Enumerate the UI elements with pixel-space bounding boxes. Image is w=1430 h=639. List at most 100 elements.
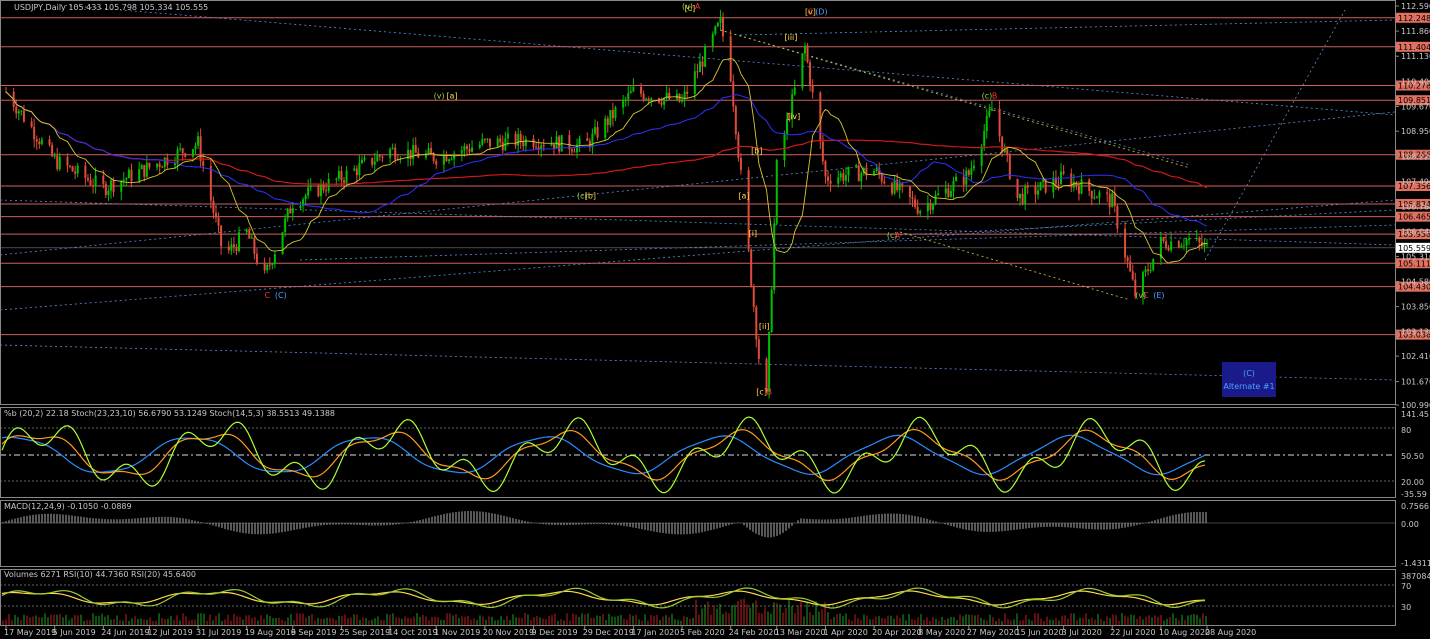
candle-body [668, 92, 671, 100]
candle-body [56, 155, 59, 170]
x-tick-label: 20 Nov 2019 [483, 628, 534, 637]
candle-body [179, 148, 182, 150]
macd-scale-label: 0.00 [1401, 520, 1419, 529]
candle-body [1185, 239, 1188, 246]
y-tick-label: 111.860 [1401, 27, 1430, 36]
level-price-label: 111.404 [1398, 43, 1430, 52]
candle-body [506, 133, 509, 139]
candle-body [739, 157, 742, 171]
candle-body [1080, 179, 1083, 194]
candle-body [624, 99, 627, 101]
candle-body [972, 165, 975, 169]
candle-body [714, 26, 717, 34]
candle-body [914, 199, 917, 207]
usdjpy-daily-chart[interactable]: 112.248111.404110.278109.851108.266107.3… [0, 0, 1430, 639]
candle-body [340, 170, 343, 181]
candle-body [732, 81, 735, 107]
wave-label: C [808, 7, 814, 16]
candle-body [220, 225, 223, 247]
candle-body [48, 139, 51, 145]
macd-header: MACD(12,24,9) -0.1050 -0.0889 [4, 502, 132, 511]
candle-body [255, 253, 258, 263]
candle-body [591, 133, 594, 148]
volume-scale-label: 70 [1401, 582, 1411, 591]
macd-scale-label: -1.4311 [1401, 559, 1430, 568]
candle-body [1026, 186, 1029, 188]
candle-body [770, 289, 773, 333]
candle-body [286, 208, 289, 219]
candle-body [1131, 271, 1134, 280]
candle-body [143, 165, 146, 177]
candle-body [573, 151, 576, 153]
candle-body [1116, 205, 1119, 229]
candle-body [773, 223, 776, 290]
candle-body [952, 180, 955, 192]
candle-body [20, 110, 23, 112]
x-tick-label: 19 Aug 2019 [245, 628, 296, 637]
candle-body [412, 145, 415, 159]
candle-body [1098, 192, 1101, 198]
candle-body [967, 170, 970, 175]
candle-body [15, 106, 18, 114]
y-tick-label: 112.590 [1401, 2, 1430, 11]
candle-body [125, 178, 128, 180]
candle-body [238, 232, 241, 252]
candle-body [1124, 228, 1127, 258]
candle-body [1162, 237, 1165, 242]
candle-body [880, 174, 883, 182]
candle-body [371, 157, 374, 165]
candle-body [376, 155, 379, 162]
x-tick-label: 31 Jul 2019 [196, 628, 241, 637]
candle-body [1198, 238, 1201, 243]
candle-body [1167, 247, 1170, 251]
y-tick-label: 107.490 [1401, 177, 1430, 186]
x-tick-label: 10 Aug 2020 [1159, 628, 1210, 637]
wave-label: A [695, 2, 701, 11]
candle-body [801, 53, 804, 88]
candle-body [570, 149, 573, 152]
candle-body [253, 237, 256, 254]
stoch-scale-label: 141.45 [1401, 410, 1429, 419]
candle-body [1126, 257, 1129, 262]
candle-body [842, 173, 845, 181]
candle-body [1149, 269, 1152, 272]
symbol-header: USDJPY,Daily 105.433 105.798 105.334 105… [14, 3, 208, 12]
wave-label: [b] [751, 147, 762, 156]
candle-body [1165, 241, 1168, 248]
candle-body [176, 149, 179, 164]
candle-body [245, 229, 248, 233]
candle-body [325, 190, 328, 192]
candle-body [990, 108, 993, 111]
candle-body [929, 202, 932, 210]
candle-body [1036, 190, 1039, 195]
candle-body [289, 208, 292, 214]
y-tick-label: 105.310 [1401, 252, 1430, 261]
candle-body [1077, 186, 1080, 194]
candle-body [955, 176, 958, 181]
candle-body [202, 161, 205, 166]
candle-body [471, 147, 474, 152]
candle-body [734, 106, 737, 135]
candle-body [755, 306, 758, 340]
x-tick-label: 15 Jun 2020 [1016, 628, 1064, 637]
y-tick-label: 104.580 [1401, 278, 1430, 287]
candle-body [307, 187, 310, 196]
candle-body [891, 183, 894, 194]
candle-body [120, 180, 123, 192]
candle-body [214, 212, 217, 218]
candle-body [499, 138, 502, 143]
candle-body [450, 159, 453, 161]
x-tick-label: 12 Jul 2019 [147, 628, 192, 637]
candle-body [69, 165, 72, 167]
candle-body [414, 145, 417, 153]
candle-body [681, 99, 684, 102]
wave-label: [a] [738, 191, 749, 200]
candle-body [901, 183, 904, 187]
candle-body [197, 136, 200, 146]
candle-body [38, 141, 41, 145]
candle-body [711, 33, 714, 47]
candle-body [427, 148, 430, 154]
x-tick-label: 6 Sep 2019 [291, 628, 337, 637]
candle-body [335, 178, 338, 180]
y-tick-label: 106.760 [1401, 203, 1430, 212]
